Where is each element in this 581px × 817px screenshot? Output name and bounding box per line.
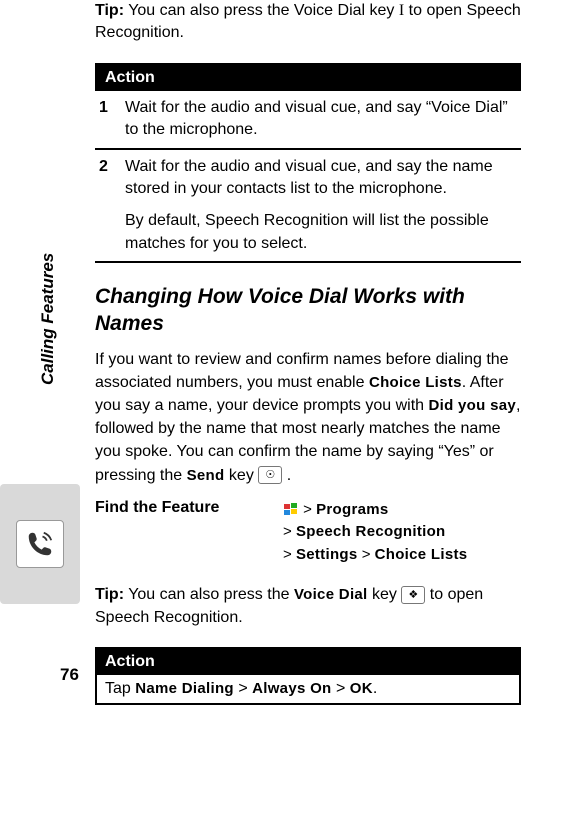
step-number: 2: [95, 149, 121, 263]
tip-text-a: You can also press the Voice Dial key: [128, 2, 394, 19]
send-key-icon: ☉: [258, 466, 282, 484]
breadcrumb-sep: >: [234, 680, 252, 697]
windows-flag-icon: [283, 502, 299, 518]
find-feature-label: Find the Feature: [95, 499, 265, 517]
tip-label: Tip:: [95, 586, 124, 603]
action-row: Tap Name Dialing > Always On > OK.: [96, 675, 520, 704]
path-choice-lists: Choice Lists: [375, 546, 468, 563]
sidebar-section-label: Calling Features: [38, 253, 58, 385]
find-feature-path: > Programs > Speech Recognition > Settin…: [283, 499, 467, 567]
breadcrumb-sep: >: [303, 501, 312, 518]
voice-dial-key-glyph: I: [399, 2, 404, 19]
page-number: 76: [60, 665, 79, 685]
table-row: 1 Wait for the audio and visual cue, and…: [95, 91, 521, 149]
tip-2: Tip: You can also press the Voice Dial k…: [95, 584, 521, 629]
phone-icon: [16, 520, 64, 568]
action-table-2: Action Tap Name Dialing > Always On > OK…: [95, 647, 521, 705]
tap-label: Tap: [105, 680, 135, 697]
path-programs: Programs: [316, 501, 388, 518]
breadcrumb-sep: >: [283, 523, 292, 540]
path-settings: Settings: [296, 546, 358, 563]
ui-term-choice-lists: Choice Lists: [369, 374, 462, 391]
ui-term-did-you-say: Did you say: [429, 397, 517, 414]
step-text-main: Wait for the audio and visual cue, and s…: [125, 156, 517, 201]
ui-term-always-on: Always On: [252, 680, 331, 697]
ui-term-voice-dial: Voice Dial: [294, 586, 368, 603]
section-paragraph: If you want to review and confirm names …: [95, 348, 521, 487]
path-speech-recognition: Speech Recognition: [296, 523, 446, 540]
ui-term-send: Send: [187, 467, 225, 484]
action-table-header: Action: [95, 64, 521, 91]
breadcrumb-sep: >: [283, 546, 292, 563]
section-heading: Changing How Voice Dial Works with Names: [95, 283, 521, 338]
tip-text-a: You can also press the: [128, 586, 294, 603]
step-text: Wait for the audio and visual cue, and s…: [121, 91, 521, 149]
step-number: 1: [95, 91, 121, 149]
para-frag: .: [282, 467, 291, 484]
breadcrumb-sep: >: [362, 546, 371, 563]
tip-label: Tip:: [95, 2, 124, 19]
tip-text-b: key: [368, 586, 402, 603]
action-table-1: Action 1 Wait for the audio and visual c…: [95, 63, 521, 263]
step-text: Wait for the audio and visual cue, and s…: [121, 149, 521, 263]
find-the-feature: Find the Feature > Programs > Speech Rec…: [95, 499, 521, 567]
ui-term-name-dialing: Name Dialing: [135, 680, 234, 697]
ui-term-ok: OK: [350, 680, 373, 697]
voice-dial-key-icon: ❖: [401, 586, 425, 604]
table-row: 2 Wait for the audio and visual cue, and…: [95, 149, 521, 263]
period: .: [373, 680, 377, 697]
sidebar-phone-graphic: [0, 484, 80, 604]
breadcrumb-sep: >: [332, 680, 350, 697]
step-text-sub: By default, Speech Recognition will list…: [125, 210, 517, 255]
para-frag: key: [224, 467, 258, 484]
handset-icon: [25, 529, 55, 559]
action-table-header: Action: [96, 648, 520, 675]
tip-1: Tip: You can also press the Voice Dial k…: [95, 0, 521, 45]
